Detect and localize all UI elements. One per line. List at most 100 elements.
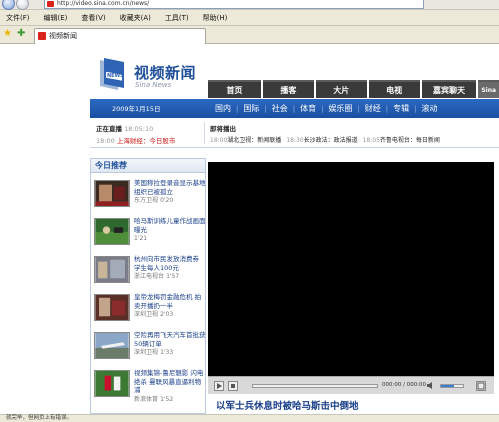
list-item[interactable]: 皇帝龙梅罚金融危机 拍卖开播扔一半 深圳卫视 2'03 <box>94 293 204 329</box>
menu-favorites[interactable]: 收藏夹(A) <box>120 13 151 23</box>
category-international[interactable]: 国际 <box>238 103 264 114</box>
video-title[interactable]: 以军士兵休息时被哈马斯击中倒地 <box>216 398 359 412</box>
upcoming-title: 齐鲁电视台：每日新闻 <box>379 137 440 144</box>
upcoming-time: 18:05 <box>362 137 380 144</box>
upcoming-label: 即将播出 <box>210 125 236 133</box>
menu-help[interactable]: 帮助(H) <box>203 13 228 23</box>
player-time: 000:00 / 000:00 <box>382 382 427 388</box>
upcoming-item[interactable]: 18:30长沙政法：政法报道 <box>286 135 357 144</box>
live-program-title: 上海财经：今日股市 <box>116 137 176 145</box>
rec-duration: 1'21 <box>134 235 148 242</box>
category-bar: 2009年1月15日 国内 | 国际 | 社会 | 体育 | 娱乐圈 | 财经 | 专辑 | … <box>90 99 499 118</box>
today-recommend-panel: 今日推荐 美国称拉登录音显示基地组织已被孤立 东方卫视 0'20 哈马斯训练儿童作… <box>90 158 206 414</box>
category-nav: 国内 | 国际 | 社会 | 体育 | 娱乐圈 | 财经 | 专辑 | 滚动 <box>210 99 443 118</box>
menu-tools[interactable]: 工具(T) <box>165 13 189 23</box>
recommend-header-label: 今日推荐 <box>95 161 127 170</box>
play-icon <box>217 383 222 389</box>
menu-edit[interactable]: 编辑(E) <box>44 13 68 23</box>
topnav-tv[interactable]: 电视 <box>368 80 420 98</box>
logo-subtitle: Sina News <box>135 81 172 89</box>
category-entertainment[interactable]: 娱乐圈 <box>323 103 357 114</box>
schedule-divider <box>204 122 205 144</box>
tab-favicon-icon <box>38 32 46 40</box>
add-favorite-icon[interactable]: ✚ <box>17 29 25 39</box>
category-finance[interactable]: 财经 <box>360 103 386 114</box>
live-label: 正在直播 <box>96 125 122 133</box>
speaker-icon <box>427 382 432 389</box>
broadcast-schedule: 正在直播 18:05:10 18:00 上海财经：今日股市 即将播出 18:00… <box>90 118 499 148</box>
volume-icon[interactable] <box>426 381 436 391</box>
list-item-title: 皇帝龙梅罚金融危机 拍卖开播扔一半 深圳卫视 2'03 <box>134 293 206 320</box>
volume-slider[interactable] <box>440 384 464 388</box>
list-item-title: 视频集锦-鲁尼魅影 闪电绝杀 曼联风暴直逼利物浦 新浪体育 1'52 <box>134 369 206 404</box>
list-item-title: 空险再用飞天汽车首批获50辆订单 深圳卫视 1'33 <box>134 331 206 358</box>
live-clock: 18:05:10 <box>124 125 154 133</box>
rec-source: 深圳卫视 <box>134 311 159 318</box>
favorites-star-icon[interactable]: ★ <box>3 29 12 39</box>
rec-source: 深圳卫视 <box>134 349 159 356</box>
category-sports[interactable]: 体育 <box>295 103 321 114</box>
upcoming-title: 长沙政法：政法报道 <box>303 137 358 144</box>
topnav-guest-chat[interactable]: 嘉宾聊天 <box>421 80 477 98</box>
upcoming-item[interactable]: 18:05齐鲁电视台：每日新闻 <box>363 135 440 144</box>
date-label: 2009年1月15日 <box>112 105 161 113</box>
list-item[interactable]: 视频集锦-鲁尼魅影 闪电绝杀 曼联风暴直逼利物浦 新浪体育 1'52 <box>94 369 204 405</box>
video-player[interactable]: 000:00 / 000:00 <box>208 162 494 394</box>
stop-icon <box>231 384 235 388</box>
news-logo-icon: NEWS <box>100 58 124 90</box>
category-society[interactable]: 社会 <box>267 103 293 114</box>
stop-button[interactable] <box>228 381 238 391</box>
topnav-home[interactable]: 首页 <box>208 80 261 98</box>
menu-bar: 文件(F) 编辑(E) 查看(V) 收藏夹(A) 工具(T) 帮助(H) <box>0 10 499 26</box>
forward-button[interactable] <box>16 0 29 10</box>
rec-duration: 2'03 <box>160 311 174 318</box>
rec-title-text: 视频集锦-鲁尼魅影 闪电绝杀 曼联风暴直逼利物浦 <box>134 369 204 394</box>
video-thumbnail[interactable] <box>94 370 130 397</box>
video-thumbnail[interactable] <box>94 294 130 321</box>
top-nav: 首页 播客 大片 电视 嘉宾聊天 Sina <box>208 80 499 98</box>
live-program[interactable]: 18:00 上海财经：今日股市 <box>96 135 175 145</box>
back-button[interactable] <box>2 0 15 10</box>
tab-bar: ★ ✚ 视频新闻 <box>0 26 499 44</box>
list-item[interactable]: 哈马斯训练儿童作战画面曝光 1'21 <box>94 217 206 253</box>
fullscreen-button[interactable] <box>476 381 486 391</box>
list-item-title: 哈马斯训练儿童作战画面曝光 1'21 <box>134 217 206 244</box>
address-text: http://video.sina.com.cn/news/ <box>57 0 150 7</box>
category-domestic[interactable]: 国内 <box>210 103 236 114</box>
site-logo[interactable]: NEWS 视频新闻 Sina News <box>94 54 204 104</box>
rec-duration: 1'57 <box>166 273 180 280</box>
list-item-title: 美国称拉登录音显示基地组织已被孤立 东方卫视 0'20 <box>134 179 206 206</box>
upcoming-time: 18:00 <box>210 137 228 144</box>
fullscreen-icon <box>477 382 485 390</box>
rec-title-text: 空险再用飞天汽车首批获50辆订单 <box>134 331 206 348</box>
menu-view[interactable]: 查看(V) <box>81 13 105 23</box>
video-thumbnail[interactable] <box>94 218 130 245</box>
video-thumbnail[interactable] <box>94 332 130 359</box>
topnav-movies[interactable]: 大片 <box>315 80 367 98</box>
rec-title-text: 美国称拉登录音显示基地组织已被孤立 <box>134 179 206 196</box>
page-favicon-icon <box>47 1 54 7</box>
video-thumbnail[interactable] <box>94 256 130 283</box>
upcoming-item[interactable]: 18:00湖北卫视：新闻联播 <box>210 135 281 144</box>
rec-title-text: 哈马斯训练儿童作战画面曝光 <box>134 217 206 234</box>
live-now: 正在直播 18:05:10 <box>96 123 153 133</box>
tab-video-news[interactable]: 视频新闻 <box>34 28 206 44</box>
upcoming-list: 18:00湖北卫视：新闻联播 18:30长沙政法：政法报道 18:05齐鲁电视台… <box>210 135 445 144</box>
page-content: NEWS 视频新闻 Sina News 首页 播客 大片 电视 嘉宾聊天 Sin… <box>0 44 499 414</box>
list-item[interactable]: 杭州向市民发放消费券 学生每人100元 浙江电视台 1'57 <box>94 255 204 291</box>
category-special[interactable]: 专辑 <box>388 103 414 114</box>
address-input[interactable]: http://video.sina.com.cn/news/ <box>44 0 424 9</box>
play-button[interactable] <box>214 381 224 391</box>
category-rolling[interactable]: 滚动 <box>417 103 443 114</box>
recommend-header: 今日推荐 <box>91 159 205 173</box>
video-thumbnail[interactable] <box>94 180 130 207</box>
menu-file[interactable]: 文件(F) <box>6 13 30 23</box>
progress-bar[interactable] <box>252 384 378 388</box>
rec-duration: 1'33 <box>160 349 174 356</box>
volume-level <box>441 385 455 387</box>
list-item[interactable]: 美国称拉登录音显示基地组织已被孤立 东方卫视 0'20 <box>94 179 206 215</box>
list-item[interactable]: 空险再用飞天汽车首批获50辆订单 深圳卫视 1'33 <box>94 331 206 367</box>
rec-title-text: 皇帝龙梅罚金融危机 拍卖开播扔一半 <box>134 293 202 310</box>
topnav-sina[interactable]: Sina <box>478 80 499 98</box>
topnav-podcast[interactable]: 播客 <box>262 80 314 98</box>
